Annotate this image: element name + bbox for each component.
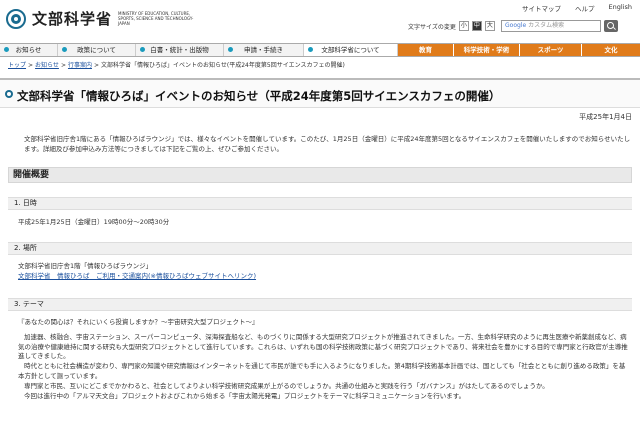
help-link[interactable]: ヘルプ xyxy=(575,3,595,13)
main-nav: お知らせ 政策について 白書・統計・出版物 申請・手続き 文部科学省について 教… xyxy=(0,43,640,57)
breadcrumb-current: 文部科学省「情報ひろば」イベントのお知らせ(平成24年度第5回サイエンスカフェの… xyxy=(101,62,345,69)
title-bullet-icon xyxy=(5,90,13,98)
nav-science[interactable]: 科学技術・学術 xyxy=(454,44,520,56)
search-input[interactable]: Google カスタム検索 xyxy=(501,20,601,32)
site-header: 文部科学省 MINISTRY OF EDUCATION, CULTURE, SP… xyxy=(0,0,640,43)
nav-about[interactable]: 文部科学省について xyxy=(304,44,398,56)
ministry-logo-icon xyxy=(6,8,26,29)
google-brand-text: Google xyxy=(505,22,527,29)
font-size-small-button[interactable]: 小 xyxy=(458,21,469,31)
theme-subtitle: 『あなたの関心は？それにいくら投資しますか？～宇宙研究大型プロジェクト～』 xyxy=(18,318,259,326)
english-link[interactable]: English xyxy=(609,3,632,13)
font-size-large-button[interactable]: 大 xyxy=(484,21,495,31)
nav-education[interactable]: 教育 xyxy=(398,44,454,56)
utility-links: サイトマップ ヘルプ English xyxy=(522,3,632,13)
search-button[interactable] xyxy=(604,20,618,32)
venue-heading: 2. 場所 xyxy=(8,242,632,255)
intro-text: 文部科学省旧庁舎1階にある「情報ひろばラウンジ」では、様々なイベントを開催してい… xyxy=(24,135,631,153)
breadcrumb-events[interactable]: 行事案内 xyxy=(68,62,92,69)
theme-paragraph: 今回は進行中の「アルマ天文台」プロジェクトおよびこれから始まる「宇宙太陽光発電」… xyxy=(24,392,466,400)
nav-sports[interactable]: スポーツ xyxy=(520,44,582,56)
font-size-control: 文字サイズの変更 小 中 大 xyxy=(408,21,495,31)
nav-applications[interactable]: 申請・手続き xyxy=(224,44,304,56)
nav-notices[interactable]: お知らせ xyxy=(0,44,58,56)
datetime-heading: 1. 日時 xyxy=(8,197,632,210)
search-placeholder: カスタム検索 xyxy=(528,22,565,29)
font-size-label: 文字サイズの変更 xyxy=(408,23,456,31)
publish-date: 平成25年1月4日 xyxy=(579,113,632,121)
logo-english-text: MINISTRY OF EDUCATION, CULTURE, SPORTS, … xyxy=(118,11,194,26)
breadcrumb-top[interactable]: トップ xyxy=(8,62,26,69)
breadcrumb-notices[interactable]: お知らせ xyxy=(35,62,59,69)
nav-policy[interactable]: 政策について xyxy=(58,44,136,56)
sitemap-link[interactable]: サイトマップ xyxy=(522,3,561,13)
theme-paragraph: 専門家と市民、互いにどこまでかかわると、社会としてよりよい科学技術研究成果が上が… xyxy=(24,382,549,390)
nav-whitepapers[interactable]: 白書・統計・出版物 xyxy=(136,44,224,56)
logo-text: 文部科学省 xyxy=(32,10,113,28)
nav-culture[interactable]: 文化 xyxy=(582,44,640,56)
theme-paragraph: 時代とともに社会構造が変わり、専門家の知識や研究情報はインターネットを通じて市民… xyxy=(18,362,626,380)
breadcrumb: トップ > お知らせ > 行事案内 > 文部科学省「情報ひろば」イベントのお知らせ(平成24… xyxy=(8,62,345,69)
theme-paragraph: 加速器、核融合、宇宙ステーション、スーパーコンピュータ、深海探査船など、ものづく… xyxy=(18,333,628,360)
venue-name: 文部科学省旧庁舎1階「情報ひろばラウンジ」 xyxy=(18,262,153,270)
title-box: 文部科学省「情報ひろば」イベントのお知らせ（平成24年度第5回サイエンスカフェの… xyxy=(0,78,640,108)
datetime-text: 平成25年1月25日（金曜日）19時00分～20時30分 xyxy=(18,218,170,226)
theme-heading: 3. テーマ xyxy=(8,298,632,311)
page-title: 文部科学省「情報ひろば」イベントのお知らせ（平成24年度第5回サイエンスカフェの… xyxy=(17,89,501,103)
venue-access-link[interactable]: 文部科学省 情報ひろば ご利用・交通案内(※情報ひろばウェブサイトへリンク) xyxy=(18,272,256,280)
venue-text: 文部科学省旧庁舎1階「情報ひろばラウンジ」 文部科学省 情報ひろば ご利用・交通… xyxy=(18,262,630,281)
font-size-medium-button[interactable]: 中 xyxy=(471,21,482,31)
overview-heading: 開催概要 xyxy=(8,167,632,183)
site-logo[interactable]: 文部科学省 MINISTRY OF EDUCATION, CULTURE, SP… xyxy=(6,8,198,29)
